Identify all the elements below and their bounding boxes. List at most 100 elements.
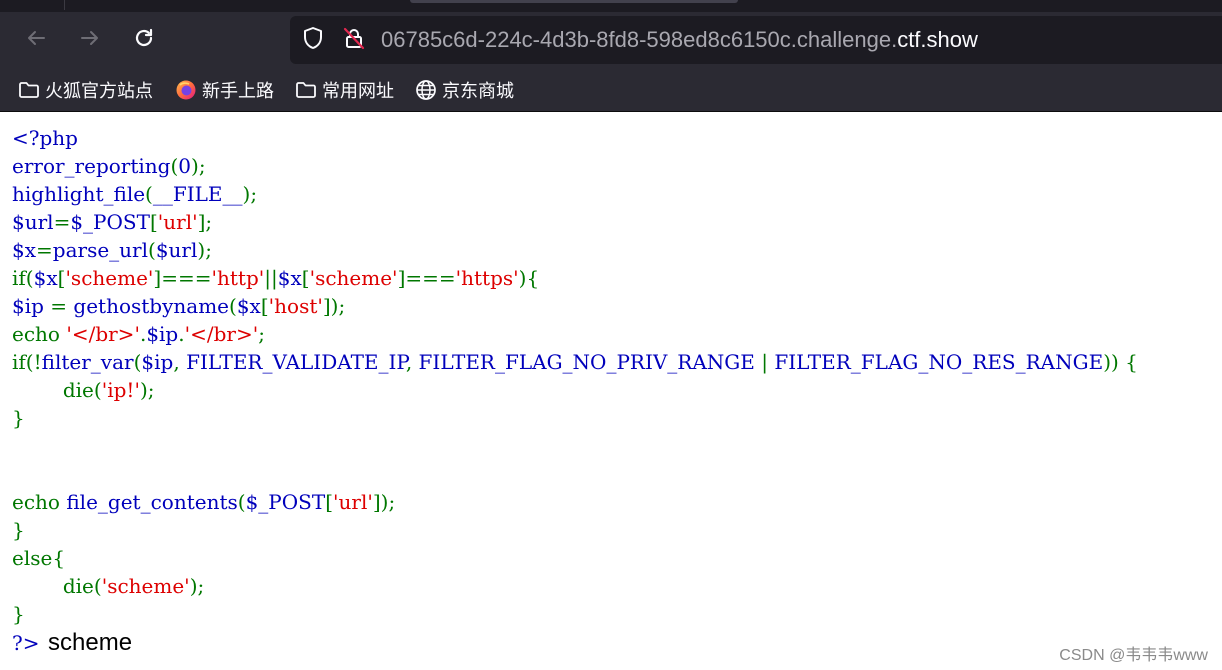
code-token: } [12,602,25,626]
folder-icon [18,79,40,101]
code-token: = [53,210,71,234]
bookmark-label: 常用网址 [322,81,394,101]
code-line: } [12,600,1222,628]
code-token: } [12,406,25,430]
code-token: } [12,518,25,542]
code-token: 'http' [211,266,265,290]
navigation-toolbar: 06785c6d-224c-4d3b-8fd8-598ed8c6150c.cha… [0,12,1222,68]
tracking-protection-button[interactable] [301,26,325,52]
code-token: $x [33,266,58,290]
tab-strip [0,0,1222,12]
code-token: 'host' [268,294,323,318]
php-close-tag: ?> [12,631,40,655]
php-source-code: <?php error_reporting(0); highlight_file(_… [12,124,1222,628]
code-token: $x [236,294,261,318]
code-token: $ip [12,294,51,318]
code-token: 'https' [455,266,519,290]
insecure-lock-icon [342,26,366,55]
active-tab[interactable] [410,0,738,3]
watermark: CSDN @韦韦韦www [1059,647,1208,664]
code-token: ; [258,322,265,346]
code-token: echo [12,490,67,514]
code-token: ( [229,294,237,318]
code-token: || [264,266,278,290]
code-token: $_POST [70,210,150,234]
code-line: $ip = gethostbyname($x['host']); [12,292,1222,320]
bookmark-folder-common-sites[interactable]: 常用网址 [295,78,394,102]
code-token: ]=== [397,266,456,290]
code-token: FILTER_VALIDATE_IP [186,350,406,374]
code-token: highlight_file [12,182,146,206]
globe-icon [415,79,437,101]
code-token: else{ [12,546,66,570]
code-token: , [173,350,187,374]
code-token: '</br>' [66,322,140,346]
code-token: ]; [197,210,213,234]
code-token: $url [155,238,198,262]
code-token: ){ [518,266,540,290]
bookmark-label: 新手上路 [202,81,274,101]
code-token: ); [139,378,155,402]
reload-icon [132,26,156,55]
code-token: [ [325,490,334,514]
code-token: echo [12,322,67,346]
code-token: [ [301,266,310,290]
code-token: error_reporting [12,154,171,178]
code-token: ); [242,182,258,206]
bookmark-label: 火狐官方站点 [45,81,153,101]
code-line: if($x['scheme']==='http'||$x['scheme']==… [12,264,1222,292]
code-token: $x [12,238,37,262]
code-token: if( [12,266,34,290]
code-token: ]); [372,490,396,514]
reload-button[interactable] [130,26,158,54]
code-line: } [12,516,1222,544]
code-line: else{ [12,544,1222,572]
code-line: <?php [12,124,1222,152]
code-token: ]); [322,294,346,318]
bookmark-getting-started[interactable]: 新手上路 [175,78,274,102]
code-line: error_reporting(0); [12,152,1222,180]
code-token: FILTER_FLAG_NO_PRIV_RANGE [418,350,762,374]
code-line: if(!filter_var($ip, FILTER_VALIDATE_IP, … [12,348,1222,376]
bookmark-folder-firefox-official[interactable]: 火狐官方站点 [18,78,153,102]
url-bar[interactable]: 06785c6d-224c-4d3b-8fd8-598ed8c6150c.cha… [290,16,1222,64]
code-token: filter_var [41,350,134,374]
code-token: [ [260,294,269,318]
code-token: ); [197,238,212,262]
url-text[interactable]: 06785c6d-224c-4d3b-8fd8-598ed8c6150c.cha… [381,27,978,53]
code-line: echo file_get_contents($_POST['url']); [12,488,1222,516]
code-line: echo '</br>'.$ip.'</br>'; [12,320,1222,348]
code-token: die( [12,574,102,598]
code-token: ( [145,182,153,206]
forward-button[interactable] [76,26,104,54]
code-token: 'url' [333,490,373,514]
bookmarks-toolbar: 火狐官方站点 新手上路 常用网址 京东商城 [0,68,1222,112]
code-line: die('scheme'); [12,572,1222,600]
code-token: = [50,294,74,318]
code-token: ( [237,490,246,514]
code-token: gethostbyname [73,294,230,318]
bookmark-jd-mall[interactable]: 京东商城 [415,78,514,102]
code-token: $ip [141,350,174,374]
code-token: 'scheme' [309,266,398,290]
code-token: ( [148,238,156,262]
arrow-right-icon [78,26,102,55]
code-line: } [12,404,1222,432]
code-token: FILTER_FLAG_NO_RES_RANGE [774,350,1104,374]
site-security-button[interactable] [342,26,366,55]
folder-icon [295,79,317,101]
code-token: , [405,350,419,374]
page-output-text: scheme [48,629,133,656]
back-button[interactable] [22,26,50,54]
code-token: 'url' [157,210,198,234]
code-token: $x [277,266,302,290]
code-token: die( [62,378,102,402]
code-token: | [761,350,775,374]
code-token: ); [191,154,206,178]
code-token: $url [12,210,54,234]
code-token: <?php [12,126,78,150]
code-token: file_get_contents [66,490,238,514]
arrow-left-icon [24,26,48,55]
